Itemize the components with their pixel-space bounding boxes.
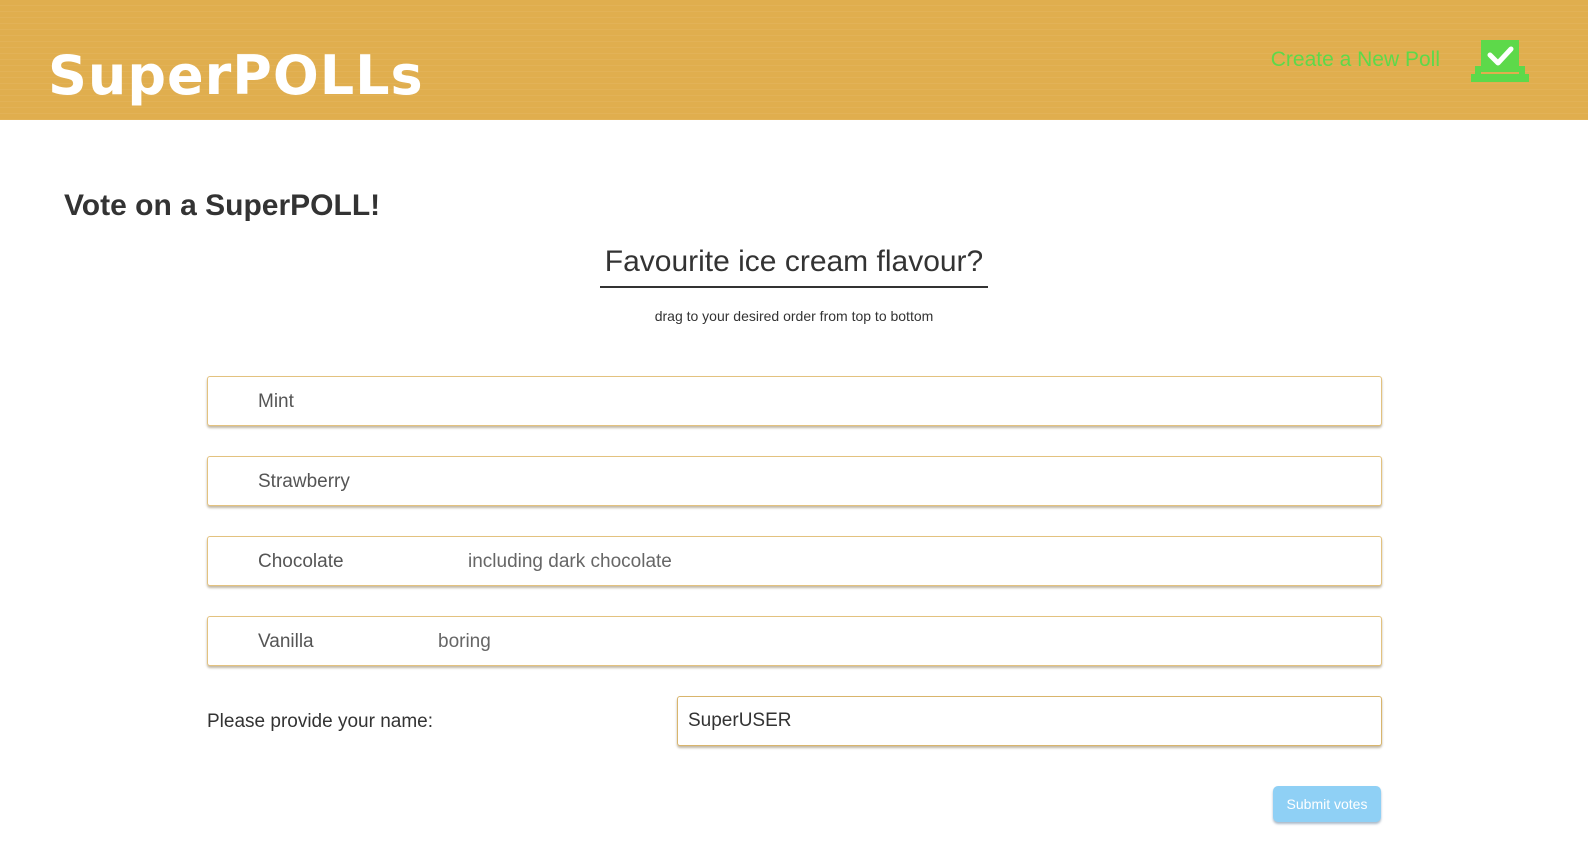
poll-option-strawberry[interactable]: Strawberry — [207, 456, 1382, 506]
name-input[interactable] — [677, 696, 1382, 746]
ballot-box-check-icon[interactable] — [1471, 40, 1529, 82]
option-name: Vanilla — [258, 631, 314, 652]
submit-votes-button[interactable]: Submit votes — [1273, 786, 1381, 822]
option-name: Mint — [258, 391, 294, 412]
poll-question: Favourite ice cream flavour? — [600, 242, 988, 288]
page-title: Vote on a SuperPOLL! — [64, 189, 381, 222]
poll-option-chocolate[interactable]: Chocolate including dark chocolate — [207, 536, 1382, 586]
poll-option-mint[interactable]: Mint — [207, 376, 1382, 426]
option-description: boring — [438, 631, 491, 652]
option-name: Strawberry — [258, 471, 350, 492]
option-name: Chocolate — [258, 551, 344, 572]
create-poll-link[interactable]: Create a New Poll — [1271, 46, 1440, 74]
name-label: Please provide your name: — [207, 711, 434, 732]
option-description: including dark chocolate — [468, 551, 672, 572]
drag-instructions: drag to your desired order from top to b… — [654, 308, 934, 324]
site-logo[interactable]: SuperPOLLs — [48, 44, 424, 108]
poll-option-vanilla[interactable]: Vanilla boring — [207, 616, 1382, 666]
site-header: SuperPOLLs Create a New Poll — [0, 0, 1588, 120]
